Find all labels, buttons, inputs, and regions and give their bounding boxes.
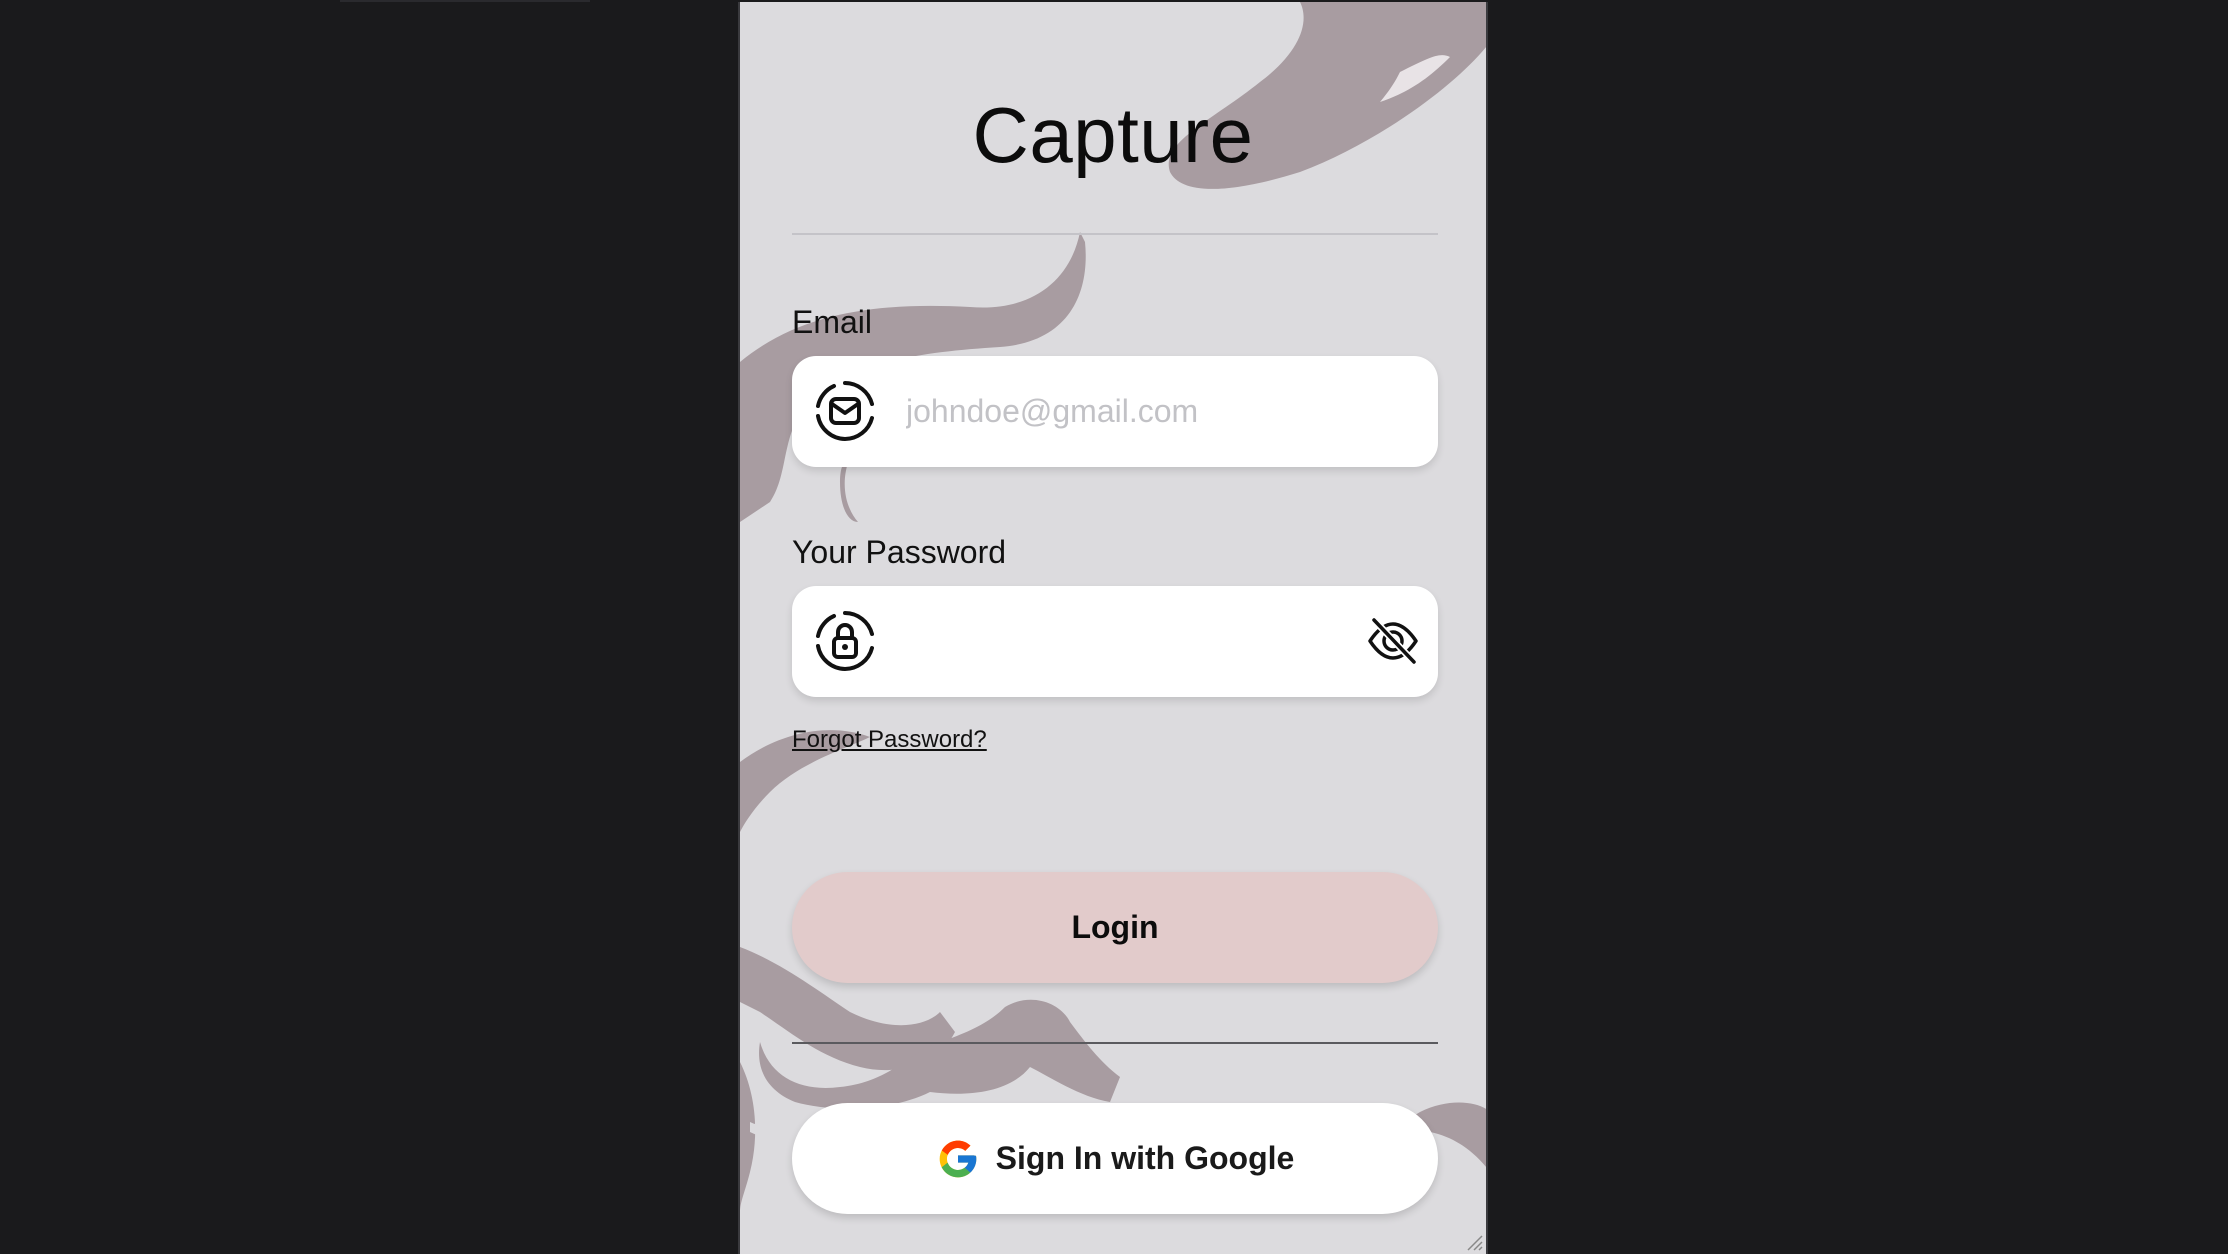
password-input[interactable] xyxy=(906,586,1386,697)
resize-grip-icon[interactable] xyxy=(1464,1232,1484,1252)
lock-icon xyxy=(816,611,874,672)
google-sign-in-label: Sign In with Google xyxy=(995,1140,1295,1176)
email-field[interactable] xyxy=(792,356,1438,467)
password-field[interactable] xyxy=(792,586,1438,697)
password-label: Your Password xyxy=(792,534,1007,570)
login-divider xyxy=(792,1042,1438,1044)
email-input[interactable] xyxy=(906,356,1386,467)
login-screen: Capture Email Your Password xyxy=(738,2,1488,1254)
login-button[interactable]: Login xyxy=(792,872,1438,983)
eye-off-icon[interactable] xyxy=(1366,616,1420,666)
window-edge xyxy=(340,0,590,2)
header-divider xyxy=(792,233,1438,235)
app-title: Capture xyxy=(972,91,1254,179)
mail-icon xyxy=(816,381,874,442)
google-logo-icon xyxy=(939,1140,977,1177)
google-sign-in-button[interactable]: Sign In with Google xyxy=(792,1103,1438,1214)
screen: Capture Email Your Password xyxy=(0,0,2228,1254)
email-label: Email xyxy=(792,304,873,340)
forgot-password-link[interactable]: Forgot Password? xyxy=(792,726,987,754)
